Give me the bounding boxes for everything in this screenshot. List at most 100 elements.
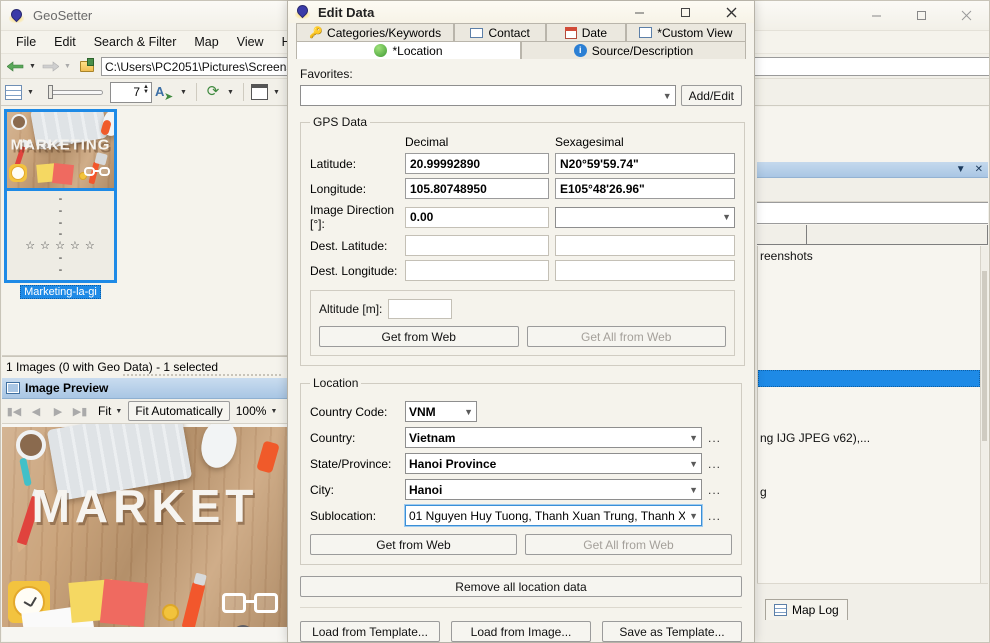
remove-all-location-data-button[interactable]: Remove all location data: [300, 576, 742, 597]
back-arrow-icon[interactable]: [5, 57, 25, 75]
thumbnail-size-stepper[interactable]: 7 ▲ ▼: [110, 81, 152, 103]
image-direction-select[interactable]: ▼: [555, 206, 735, 228]
favorites-select[interactable]: ▼: [300, 85, 676, 106]
close-icon[interactable]: [944, 1, 989, 31]
dest-longitude-sexagesimal-input[interactable]: [555, 260, 735, 281]
maximize-icon[interactable]: [899, 1, 944, 31]
latitude-decimal-input[interactable]: 20.99992890: [405, 153, 549, 174]
state-province-row: State/Province: Hanoi Province ▼ ...: [310, 453, 732, 474]
panel-dropdown-icon[interactable]: ▼: [956, 164, 966, 175]
dest-longitude-decimal-input[interactable]: [405, 260, 549, 281]
save-as-template-button[interactable]: Save as Template...: [602, 621, 742, 642]
right-panel-titlebar: ▼ ✕: [757, 162, 988, 178]
file-list-pane[interactable]: MARKETING - - - - ☆ ☆ ☆ ☆ ☆ - - Marketin…: [2, 107, 289, 356]
location-get-from-web-button[interactable]: Get from Web: [310, 534, 517, 555]
dialog-close-icon[interactable]: [708, 1, 754, 23]
tab-custom-view[interactable]: *Custom View: [625, 23, 747, 41]
list-item[interactable]: MARKETING - - - - ☆ ☆ ☆ ☆ ☆ - - Marketin…: [4, 109, 117, 299]
country-code-select[interactable]: VNM ▼: [405, 401, 477, 422]
right-panel-list[interactable]: reenshots ng IJG JPEG v62),... g: [757, 246, 980, 583]
sexagesimal-column-header: Sexagesimal: [555, 135, 624, 149]
tab-contact[interactable]: Contact: [454, 23, 547, 41]
list-row-selected[interactable]: [758, 370, 980, 387]
tab-map-log[interactable]: Map Log: [765, 599, 848, 620]
location-get-all-from-web-button: Get All from Web: [525, 534, 732, 555]
panel-close-icon[interactable]: ✕: [975, 164, 983, 175]
last-image-icon[interactable]: ▶▮: [70, 405, 90, 418]
tab-date[interactable]: Date: [546, 23, 626, 41]
longitude-sexagesimal-input[interactable]: E105°48'26.96": [555, 178, 735, 199]
menu-file[interactable]: File: [7, 33, 45, 51]
dest-latitude-decimal-input[interactable]: [405, 235, 549, 256]
menu-view[interactable]: View: [228, 33, 273, 51]
fit-dropdown-icon[interactable]: ▼: [113, 408, 124, 415]
previous-image-icon[interactable]: ◀: [26, 405, 46, 418]
altitude-get-from-web-button[interactable]: Get from Web: [319, 326, 519, 347]
latitude-sexagesimal-input[interactable]: N20°59'59.74": [555, 153, 735, 174]
menu-edit[interactable]: Edit: [45, 33, 85, 51]
dialog-content: Favorites: ▼ Add/Edit GPS Data Decimal S…: [289, 59, 753, 642]
tab-location[interactable]: *Location: [296, 41, 521, 59]
refresh-dropdown-icon[interactable]: ▼: [225, 89, 236, 96]
sublocation-row: Sublocation: 01 Nguyen Huy Tuong, Thanh …: [310, 504, 732, 527]
scrollbar-thumb[interactable]: [982, 271, 987, 441]
file-name-label[interactable]: Marketing-la-gi: [20, 285, 101, 299]
right-panel-scrollbar[interactable]: [980, 246, 988, 583]
view-mode-dropdown-icon[interactable]: ▼: [25, 89, 36, 96]
export-icon[interactable]: A ➤: [155, 83, 175, 103]
city-browse-button[interactable]: ...: [708, 483, 721, 497]
dest-latitude-sexagesimal-input[interactable]: [555, 235, 735, 256]
divider: [300, 607, 742, 608]
sublocation-select[interactable]: 01 Nguyen Huy Tuong, Thanh Xuan Trung, T…: [404, 504, 703, 527]
state-province-browse-button[interactable]: ...: [708, 457, 721, 471]
state-province-select[interactable]: Hanoi Province ▼: [405, 453, 702, 474]
tab-source-description[interactable]: i Source/Description: [521, 41, 746, 59]
minimize-icon[interactable]: [854, 1, 899, 31]
preview-image-area[interactable]: MARKET: [2, 424, 288, 641]
latitude-row: Latitude: 20.99992890 N20°59'59.74": [310, 153, 735, 174]
thumbnail-image[interactable]: MARKETING: [4, 109, 117, 191]
refresh-icon[interactable]: ⟳: [204, 84, 222, 100]
up-folder-icon[interactable]: [79, 58, 97, 74]
back-dropdown-icon[interactable]: ▼: [27, 63, 38, 70]
country-browse-button[interactable]: ...: [708, 431, 721, 445]
load-from-template-button[interactable]: Load from Template...: [300, 621, 440, 642]
dialog-maximize-icon[interactable]: [662, 1, 708, 23]
dialog-minimize-icon[interactable]: [616, 1, 662, 23]
altitude-input[interactable]: [388, 299, 453, 319]
zoom-dropdown-icon[interactable]: ▼: [268, 408, 279, 415]
city-select[interactable]: Hanoi ▼: [405, 479, 702, 500]
column-header[interactable]: [757, 225, 807, 244]
fit-mode-button[interactable]: Fit Automatically: [128, 401, 230, 421]
city-row: City: Hanoi ▼ ...: [310, 479, 732, 500]
calendar-dropdown-icon[interactable]: ▼: [271, 89, 282, 96]
list-row-path[interactable]: reenshots: [758, 249, 813, 263]
thumbnail-size-slider[interactable]: [43, 84, 103, 100]
zoom-level-value: 100%: [235, 404, 267, 418]
right-panel-search-input[interactable]: ✕: [757, 202, 988, 327]
image-direction-input[interactable]: 0.00: [405, 206, 549, 228]
stepper-arrows-icon[interactable]: ▲ ▼: [143, 84, 149, 95]
list-row-jpeg[interactable]: ng IJG JPEG v62),...: [758, 431, 870, 445]
tab-categories-keywords[interactable]: 🔑 Categories/Keywords: [296, 23, 455, 41]
favorites-row: ▼ Add/Edit: [300, 85, 742, 106]
sublocation-label: Sublocation:: [310, 508, 377, 523]
longitude-decimal-input[interactable]: 105.80748950: [405, 178, 549, 199]
view-mode-icon[interactable]: [5, 84, 22, 100]
sublocation-browse-button[interactable]: ...: [708, 509, 721, 523]
country-code-label: Country Code:: [310, 404, 388, 419]
altitude-buttons: Get from Web Get All from Web: [319, 326, 726, 347]
country-label: Country:: [310, 430, 356, 445]
calendar-icon[interactable]: [251, 84, 268, 100]
image-direction-label: Image Direction [°]:: [310, 203, 395, 231]
load-from-image-button[interactable]: Load from Image...: [451, 621, 591, 642]
list-row-g[interactable]: g: [758, 485, 767, 499]
menu-search-filter[interactable]: Search & Filter: [85, 33, 186, 51]
export-dropdown-icon[interactable]: ▼: [178, 89, 189, 96]
country-select[interactable]: Vietnam ▼: [405, 427, 702, 448]
menu-map[interactable]: Map: [185, 33, 227, 51]
column-header[interactable]: [807, 225, 988, 244]
first-image-icon[interactable]: ▮◀: [4, 405, 24, 418]
add-edit-favorites-button[interactable]: Add/Edit: [680, 85, 742, 106]
next-image-icon[interactable]: ▶: [48, 405, 68, 418]
